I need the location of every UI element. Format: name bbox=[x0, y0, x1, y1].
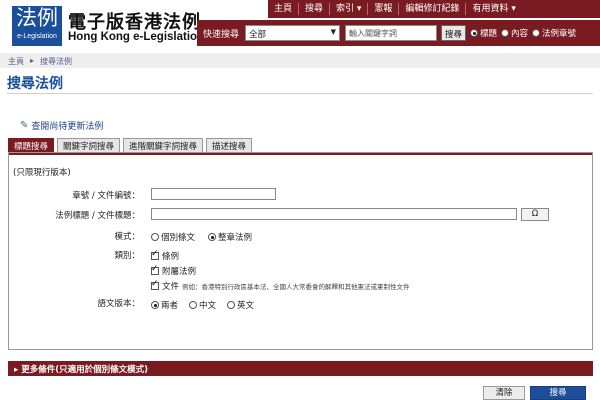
current-version-note: (只限現行版本) bbox=[13, 168, 71, 178]
top-navigation: 主頁 搜尋 索引 ▾ 憲報 編輯修訂紀錄 有用資料 ▾ bbox=[268, 0, 600, 19]
radio-title-label: 標題 bbox=[480, 29, 498, 39]
search-scope-select[interactable]: 全部 ▼ bbox=[245, 25, 340, 41]
checkbox-instrument-icon bbox=[151, 279, 159, 290]
radio-both-icon bbox=[151, 301, 159, 309]
quick-search-bar: 快速搜尋 全部 ▼ 輸入關鍵字詞 搜尋 標題 內容 法例章號 bbox=[197, 20, 600, 46]
language-both-label: 兩者 bbox=[161, 301, 179, 311]
category-subsidiary-label: 附屬法例 bbox=[162, 267, 197, 277]
radio-chinese-icon bbox=[189, 301, 197, 309]
breadcrumb-separator-icon: ▸ bbox=[30, 56, 35, 65]
legislation-title-input[interactable] bbox=[151, 208, 517, 220]
mode-individual-label: 個別條文 bbox=[161, 233, 196, 243]
pencil-icon: ✎ bbox=[20, 120, 29, 131]
mode-individual-provision[interactable]: 個別條文 bbox=[151, 231, 195, 243]
pending-update-label: 查閱尚待更新法例 bbox=[31, 122, 104, 132]
tab-description-search[interactable]: 描述搜尋 bbox=[206, 138, 253, 152]
tab-advanced-keyword-search[interactable]: 進階關鍵字詞搜尋 bbox=[123, 138, 204, 152]
mode-label: 模式： bbox=[114, 232, 140, 242]
tab-title-search[interactable]: 標題搜尋 bbox=[8, 138, 55, 152]
category-instrument-label: 文件 bbox=[162, 282, 180, 292]
more-conditions-toggle[interactable]: ▸ 更多條件(只適用於個別條文模式) bbox=[8, 361, 593, 376]
logo-sub-text: e-Legislation bbox=[17, 33, 57, 40]
omega-special-char-button[interactable]: Ω bbox=[521, 208, 549, 221]
radio-title-icon bbox=[470, 29, 479, 37]
mode-whole-chapter-label: 整章法例 bbox=[218, 233, 253, 243]
nav-search[interactable]: 搜尋 bbox=[298, 3, 329, 15]
category-label: 類別： bbox=[114, 251, 140, 261]
radio-chapter-label: 法例章號 bbox=[542, 29, 577, 39]
category-instrument-note: 例如：香港特別行政區基本法、全國人大常委會的解釋和其他憲法或憲制性文件 bbox=[182, 283, 410, 291]
language-english[interactable]: 英文 bbox=[227, 299, 254, 311]
breadcrumb-current: 搜尋法例 bbox=[40, 57, 73, 66]
keyword-input[interactable]: 輸入關鍵字詞 bbox=[345, 25, 437, 41]
chapter-number-input[interactable] bbox=[151, 188, 276, 200]
nav-index[interactable]: 索引 ▾ bbox=[329, 3, 367, 15]
nav-useful-info[interactable]: 有用資料 ▾ bbox=[465, 3, 521, 15]
mode-whole-chapter[interactable]: 整章法例 bbox=[208, 231, 252, 243]
language-english-label: 英文 bbox=[237, 301, 255, 311]
logo-main-text: 法例 bbox=[16, 6, 58, 30]
nav-editorial-record[interactable]: 編輯修訂紀錄 bbox=[398, 3, 465, 15]
language-chinese-label: 中文 bbox=[199, 301, 217, 311]
checkbox-ordinance-icon bbox=[151, 249, 159, 260]
radio-chapter-icon bbox=[532, 29, 541, 37]
chapter-number-label: 章號 / 文件編號： bbox=[72, 191, 140, 201]
language-version-label: 語文版本： bbox=[97, 299, 140, 309]
clear-button[interactable]: 清除 bbox=[483, 386, 525, 400]
checkbox-subsidiary-icon bbox=[151, 264, 159, 275]
site-title-english: Hong Kong e-Legislation bbox=[68, 31, 205, 43]
radio-whole-chapter-icon bbox=[208, 233, 216, 241]
search-tabs: 標題搜尋 關鍵字詞搜尋 進階關鍵字詞搜尋 描述搜尋 bbox=[8, 138, 253, 152]
search-scope-value: 全部 bbox=[249, 30, 267, 40]
language-chinese[interactable]: 中文 bbox=[189, 299, 216, 311]
site-logo[interactable]: 法例 e-Legislation bbox=[12, 6, 62, 46]
radio-individual-icon bbox=[151, 233, 159, 241]
radio-content-icon bbox=[501, 29, 510, 37]
panel-top-border bbox=[9, 153, 592, 155]
legislation-title-label: 法例標題 / 文件標題： bbox=[55, 211, 140, 221]
language-both[interactable]: 兩者 bbox=[151, 299, 178, 311]
nav-home[interactable]: 主頁 bbox=[268, 3, 298, 15]
category-instrument[interactable]: 文件例如：香港特別行政區基本法、全國人大常委會的解釋和其他憲法或憲制性文件 bbox=[151, 279, 410, 292]
breadcrumb-home[interactable]: 主頁 bbox=[8, 56, 24, 67]
quick-search-button[interactable]: 搜尋 bbox=[441, 25, 467, 41]
radio-english-icon bbox=[227, 301, 235, 309]
category-ordinance[interactable]: 條例 bbox=[151, 249, 180, 262]
category-subsidiary[interactable]: 附屬法例 bbox=[151, 264, 197, 277]
tab-keyword-search[interactable]: 關鍵字詞搜尋 bbox=[57, 138, 121, 152]
radio-content-label: 內容 bbox=[511, 29, 529, 39]
breadcrumb-strip bbox=[0, 53, 600, 68]
title-divider bbox=[7, 93, 593, 94]
radio-title[interactable]: 標題 bbox=[470, 27, 497, 39]
breadcrumb: 主頁 ▸ 搜尋法例 bbox=[8, 56, 72, 67]
quick-search-label: 快速搜尋 bbox=[203, 29, 240, 40]
category-ordinance-label: 條例 bbox=[162, 252, 180, 262]
search-button[interactable]: 搜尋 bbox=[530, 386, 586, 400]
nav-gazette[interactable]: 憲報 bbox=[367, 3, 398, 15]
radio-chapter-no[interactable]: 法例章號 bbox=[532, 27, 576, 39]
chevron-down-icon: ▼ bbox=[330, 28, 336, 36]
radio-content[interactable]: 內容 bbox=[501, 27, 528, 39]
page-title: 搜尋法例 bbox=[7, 76, 63, 92]
pending-update-link[interactable]: ✎ 查閱尚待更新法例 bbox=[20, 119, 103, 132]
